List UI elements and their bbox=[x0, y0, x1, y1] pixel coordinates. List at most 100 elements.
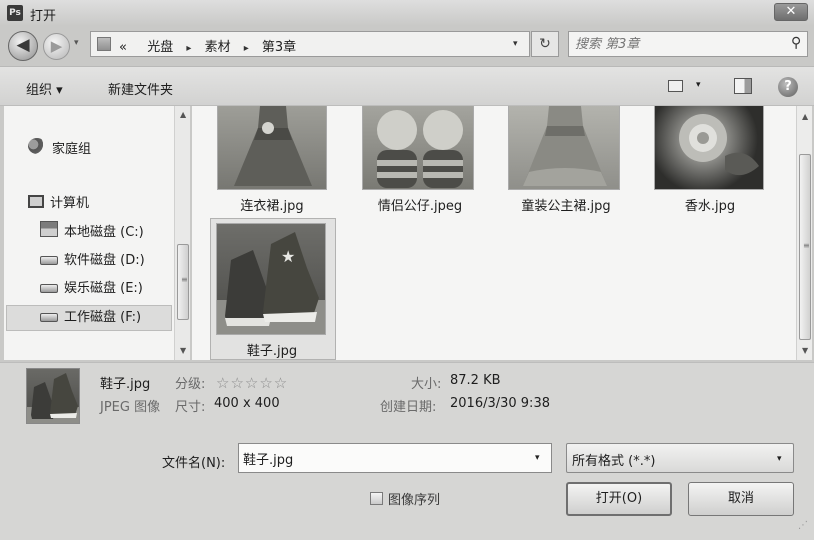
refresh-icon: ↻ bbox=[539, 36, 551, 52]
size-value: 87.2 KB bbox=[450, 373, 501, 388]
refresh-button[interactable]: ↻ bbox=[531, 31, 559, 57]
file-item-shoes[interactable]: ★ 鞋子.jpg bbox=[202, 220, 342, 360]
file-name: 情侣公仔.jpeg bbox=[377, 199, 463, 214]
breadcrumb-item-disc[interactable]: 光盘 bbox=[147, 36, 173, 55]
created-value: 2016/3/30 9:38 bbox=[450, 396, 550, 411]
title-bar: Ps 打开 ✕ bbox=[0, 0, 814, 26]
homegroup-icon bbox=[28, 138, 46, 154]
view-options-dropdown-icon[interactable]: ▾ bbox=[696, 80, 701, 90]
drive-icon bbox=[40, 284, 58, 293]
file-name: 童装公主裙.jpg bbox=[521, 199, 611, 214]
breadcrumb-separator-icon[interactable]: ▸ bbox=[186, 43, 191, 54]
search-input[interactable] bbox=[575, 34, 775, 54]
scroll-down-icon[interactable]: ▼ bbox=[180, 346, 186, 355]
file-format-value: 所有格式 (*.*) bbox=[572, 454, 656, 469]
nav-item-computer[interactable]: 计算机 bbox=[28, 192, 89, 216]
back-button[interactable]: ◀ bbox=[8, 31, 38, 61]
plush-toys-image bbox=[362, 106, 474, 190]
open-button[interactable]: 打开(O) bbox=[566, 482, 672, 516]
address-dropdown-icon[interactable]: ▾ bbox=[513, 39, 518, 49]
svg-text:★: ★ bbox=[281, 247, 295, 266]
preview-pane-icon[interactable] bbox=[734, 78, 752, 94]
help-icon[interactable]: ? bbox=[778, 77, 798, 97]
search-icon[interactable]: ⚲ bbox=[791, 35, 801, 51]
rating-stars-icon[interactable]: ☆☆☆☆☆ bbox=[216, 374, 288, 392]
size-label: 大小: bbox=[411, 377, 442, 392]
file-format-select[interactable]: 所有格式 (*.*) ▾ bbox=[566, 443, 794, 473]
dialog-footer: 文件名(N): ▾ 所有格式 (*.*) ▾ 图像序列 打开(O) 取消 bbox=[0, 430, 814, 540]
image-sequence-label[interactable]: 图像序列 bbox=[388, 489, 440, 508]
format-dropdown-icon: ▾ bbox=[777, 454, 782, 464]
photoshop-app-icon: Ps bbox=[7, 5, 23, 21]
nav-item-drive-c[interactable]: 本地磁盘 (C:) bbox=[40, 221, 144, 245]
scroll-down-icon[interactable]: ▼ bbox=[802, 346, 808, 355]
computer-icon bbox=[28, 195, 44, 208]
change-view-icon[interactable] bbox=[668, 80, 683, 92]
image-sequence-checkbox[interactable] bbox=[370, 492, 383, 505]
file-item-plush[interactable]: 情侣公仔.jpeg bbox=[350, 106, 490, 216]
breadcrumb-item-chapter3[interactable]: 第3章 bbox=[262, 36, 296, 55]
scrollbar-thumb[interactable]: ≡ bbox=[799, 154, 811, 340]
sneakers-image: ★ bbox=[216, 223, 326, 335]
nav-item-drive-f[interactable]: 工作磁盘 (F:) bbox=[40, 306, 141, 330]
rating-label: 分级: bbox=[175, 377, 206, 392]
file-name: 连衣裙.jpg bbox=[240, 199, 304, 214]
close-button[interactable]: ✕ bbox=[774, 3, 808, 21]
organize-button[interactable]: 组织 ▾ bbox=[26, 79, 63, 98]
forward-button[interactable]: ▶ bbox=[43, 33, 70, 60]
dimensions-label: 尺寸: bbox=[175, 400, 206, 415]
window-title: 打开 bbox=[30, 9, 57, 24]
file-name: 鞋子.jpg bbox=[246, 344, 298, 359]
scroll-up-icon[interactable]: ▲ bbox=[180, 110, 186, 119]
file-list: 连衣裙.jpg 情侣公仔.jpeg 童装公主裙.jpg 香水.jpg ★ 鞋子.… bbox=[192, 106, 796, 360]
scroll-up-icon[interactable]: ▲ bbox=[802, 112, 808, 121]
drive-icon bbox=[40, 313, 58, 322]
folder-icon bbox=[97, 37, 111, 51]
file-item-dress[interactable]: 连衣裙.jpg bbox=[202, 106, 342, 216]
forward-arrow-icon: ▶ bbox=[50, 37, 63, 55]
lace-dress-image bbox=[508, 106, 620, 190]
file-item-lace-dress[interactable]: 童装公主裙.jpg bbox=[496, 106, 636, 216]
scrollbar-thumb[interactable]: ≡ bbox=[177, 244, 189, 320]
details-pane: 鞋子.jpg 分级: ☆☆☆☆☆ JPEG 图像 尺寸: 400 x 400 大… bbox=[0, 362, 814, 430]
address-bar[interactable]: « 光盘 ▸ 素材 ▸ 第3章 ▾ bbox=[90, 31, 530, 57]
nav-item-drive-e[interactable]: 娱乐磁盘 (E:) bbox=[40, 277, 143, 301]
detail-file-name: 鞋子.jpg bbox=[100, 377, 151, 392]
nav-item-label: 家庭组 bbox=[52, 142, 92, 157]
nav-item-drive-d[interactable]: 软件磁盘 (D:) bbox=[40, 249, 145, 273]
filename-combobox[interactable]: ▾ bbox=[238, 443, 552, 473]
perfume-flower-image bbox=[654, 106, 764, 190]
system-drive-icon bbox=[40, 221, 58, 237]
nav-item-label: 软件磁盘 (D:) bbox=[64, 253, 145, 268]
toolbar: 组织 ▾ 新建文件夹 ▾ ? bbox=[0, 66, 814, 106]
created-label: 创建日期: bbox=[380, 400, 437, 415]
breadcrumb: « 光盘 ▸ 素材 ▸ 第3章 bbox=[119, 36, 296, 55]
file-item-perfume[interactable]: 香水.jpg bbox=[640, 106, 780, 216]
breadcrumb-overflow[interactable]: « bbox=[119, 40, 127, 55]
nav-item-label: 娱乐磁盘 (E:) bbox=[64, 281, 143, 296]
search-box[interactable]: ⚲ bbox=[568, 31, 808, 57]
filename-input[interactable] bbox=[243, 448, 523, 468]
filename-label: 文件名(N): bbox=[162, 456, 226, 471]
new-folder-button[interactable]: 新建文件夹 bbox=[108, 79, 173, 98]
grip-icon: ≡ bbox=[181, 275, 188, 284]
breadcrumb-item-materials[interactable]: 素材 bbox=[205, 36, 231, 55]
file-list-scrollbar[interactable]: ▲ ≡ ▼ bbox=[796, 106, 812, 360]
resize-grip-icon[interactable]: ⋰ bbox=[798, 520, 808, 531]
selected-file-thumbnail bbox=[26, 368, 80, 424]
nav-item-label: 计算机 bbox=[50, 196, 90, 211]
dimensions-value: 400 x 400 bbox=[214, 396, 280, 411]
recent-locations-dropdown[interactable]: ▾ bbox=[74, 38, 79, 48]
cancel-button[interactable]: 取消 bbox=[688, 482, 794, 516]
nav-item-label: 工作磁盘 (F:) bbox=[64, 310, 142, 325]
dress-image bbox=[217, 106, 327, 190]
drive-icon bbox=[40, 256, 58, 265]
nav-scrollbar[interactable]: ▲ ≡ ▼ bbox=[174, 106, 190, 360]
filename-dropdown-icon[interactable]: ▾ bbox=[535, 453, 540, 463]
back-arrow-icon: ◀ bbox=[16, 35, 30, 55]
breadcrumb-separator-icon[interactable]: ▸ bbox=[244, 43, 249, 54]
file-name: 香水.jpg bbox=[684, 199, 736, 214]
navigation-pane: 家庭组 计算机 本地磁盘 (C:) 软件磁盘 (D:) 娱乐磁盘 (E:) 工作… bbox=[4, 106, 190, 360]
file-type: JPEG 图像 bbox=[100, 400, 161, 415]
nav-item-homegroup[interactable]: 家庭组 bbox=[28, 138, 91, 162]
